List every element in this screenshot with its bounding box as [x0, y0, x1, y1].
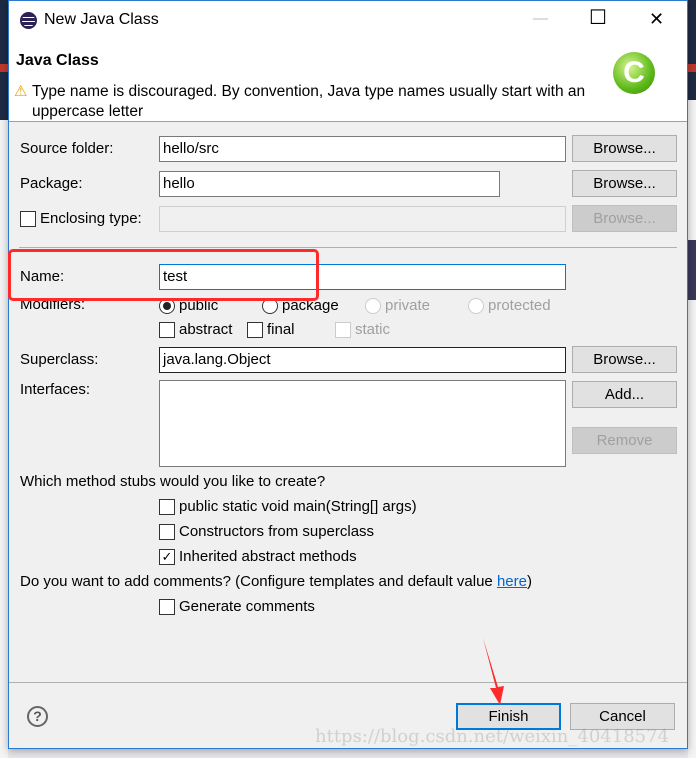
source-folder-input[interactable]: hello/src: [159, 136, 566, 162]
main-method-label: public static void main(String[] args): [179, 498, 417, 515]
maximize-button[interactable]: ☐: [589, 8, 607, 28]
superclass-browse-button[interactable]: Browse...: [572, 346, 677, 373]
page-title: Java Class: [16, 52, 99, 69]
help-button[interactable]: ?: [27, 706, 48, 727]
watermark: https://blog.csdn.net/weixin_40418574: [315, 726, 670, 747]
final-label: final: [267, 321, 295, 338]
package-input[interactable]: hello: [159, 171, 500, 197]
comments-question-text: Do you want to add comments? (Configure …: [20, 573, 497, 590]
source-folder-label: Source folder:: [20, 140, 114, 157]
modifier-protected-radio: [468, 298, 484, 314]
wizard-header: Java Class ⚠ Type name is discouraged. B…: [9, 39, 687, 122]
warning-message: Type name is discouraged. By convention,…: [32, 83, 586, 120]
close-button[interactable]: ✕: [649, 9, 664, 29]
class-wizard-icon: C: [613, 52, 655, 94]
modifier-protected-label: protected: [488, 297, 551, 314]
footer-divider: [9, 682, 687, 683]
title-bar: New Java Class — ☐ ✕: [9, 1, 687, 39]
package-label: Package:: [20, 175, 83, 192]
abstract-label: abstract: [179, 321, 233, 338]
source-folder-browse-button[interactable]: Browse...: [572, 135, 677, 162]
enclosing-type-browse-button: Browse...: [572, 205, 677, 232]
enclosing-type-checkbox[interactable]: [20, 211, 36, 227]
comments-question-end: ): [526, 573, 532, 590]
static-checkbox: [335, 322, 351, 338]
inherited-methods-checkbox[interactable]: ✓: [159, 549, 175, 565]
enclosing-type-input: [159, 206, 566, 232]
modifier-private-radio: [365, 298, 381, 314]
comments-question: Do you want to add comments? (Configure …: [20, 572, 532, 592]
superclass-label: Superclass:: [20, 351, 99, 368]
constructors-label: Constructors from superclass: [179, 523, 375, 540]
superclass-input[interactable]: java.lang.Object: [159, 347, 566, 373]
window-title: New Java Class: [44, 11, 159, 28]
constructors-checkbox[interactable]: [159, 524, 175, 540]
enclosing-type-label: Enclosing type:: [40, 210, 142, 227]
abstract-checkbox[interactable]: [159, 322, 175, 338]
add-interface-button[interactable]: Add...: [572, 381, 677, 408]
eclipse-icon: [20, 12, 37, 29]
interfaces-list[interactable]: [159, 380, 566, 467]
inherited-methods-label: Inherited abstract methods: [179, 548, 357, 565]
final-checkbox[interactable]: [247, 322, 263, 338]
static-label: static: [355, 321, 391, 338]
templates-link[interactable]: here: [497, 573, 527, 590]
background-window-left: [0, 0, 8, 758]
generate-comments-label: Generate comments: [179, 598, 315, 615]
annotation-highlight-box: [8, 249, 319, 301]
warning-icon: ⚠: [14, 83, 28, 100]
method-stubs-question: Which method stubs would you like to cre…: [20, 473, 326, 490]
remove-interface-button: Remove: [572, 427, 677, 454]
new-java-class-dialog: New Java Class — ☐ ✕ Java Class ⚠ Type n…: [8, 0, 688, 749]
package-browse-button[interactable]: Browse...: [572, 170, 677, 197]
divider: [19, 247, 677, 248]
main-method-checkbox[interactable]: [159, 499, 175, 515]
interfaces-label: Interfaces:: [20, 381, 91, 398]
modifier-private-label: private: [385, 297, 431, 314]
background-window-right: [688, 0, 696, 758]
minimize-button[interactable]: —: [533, 9, 548, 29]
annotation-arrow: [483, 638, 504, 705]
generate-comments-checkbox[interactable]: [159, 599, 175, 615]
